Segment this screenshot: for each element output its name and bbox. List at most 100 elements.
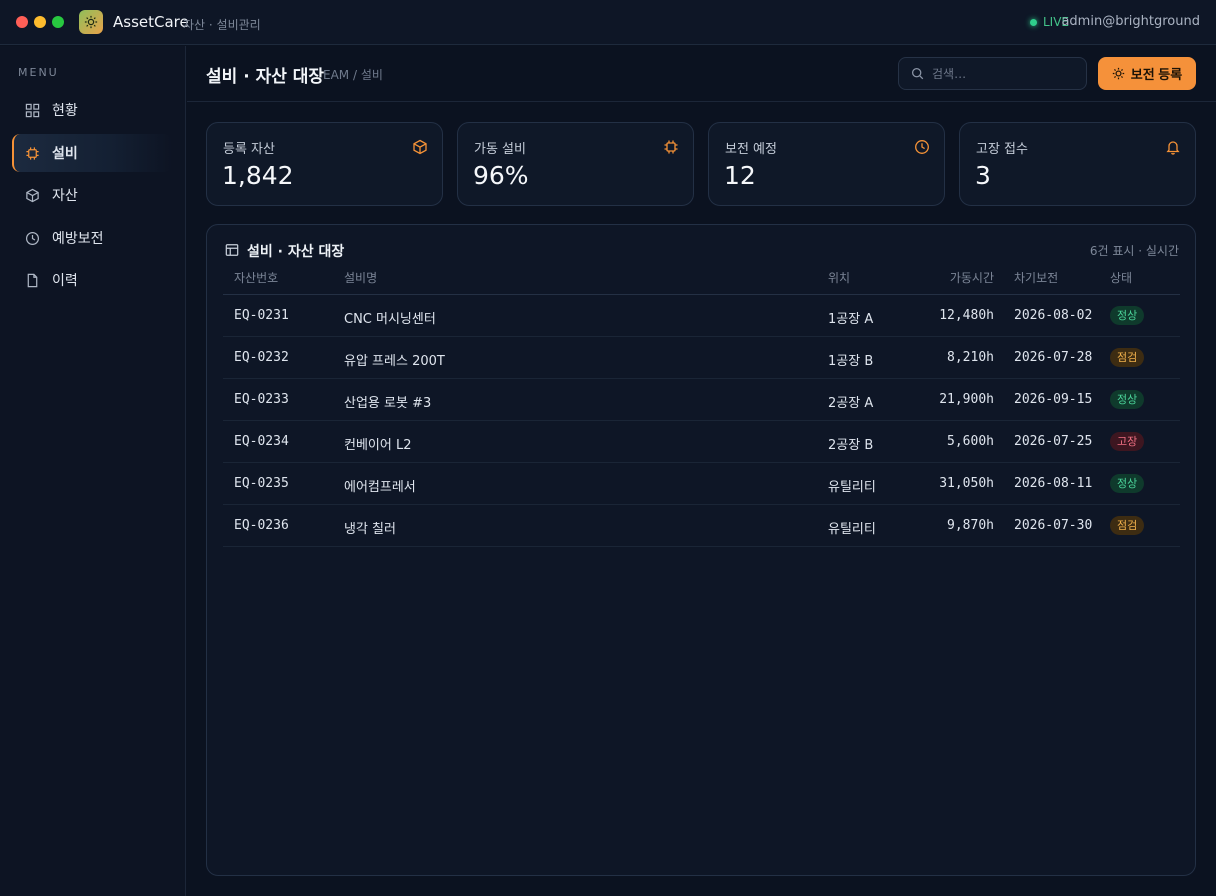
cell-location: 유틸리티 [828,522,876,537]
cell-next-maintenance: 2026-07-30 [1014,518,1093,533]
table-row[interactable]: EQ-0235 에어컴프레서 유틸리티 31,050h 2026-08-11 정상 [223,463,1180,505]
app-subtitle: 자산 · 설비관리 [183,18,261,32]
chip-icon [664,140,678,154]
cell-asset-id: EQ-0233 [234,392,289,407]
add-maintenance-button[interactable]: 보전 등록 [1098,57,1196,90]
equipment-ledger-card: 설비 · 자산 대장 6건 표시 · 실시간 자산번호 설비명 위치 가동시간 … [206,224,1196,876]
cell-location: 1공장 A [828,312,874,327]
cell-equipment-name: 산업용 로봇 #3 [344,396,432,411]
page-title: 설비 · 자산 대장 [206,67,325,87]
kpi-label: 보전 예정 [725,142,777,157]
sidebar-item-label: 설비 [52,146,78,162]
sidebar: MENU 현황 설비 자산 예방보전 이력 [0,46,186,896]
cell-operating-hours: 8,210h [947,350,994,365]
column-header-status[interactable]: 상태 [1110,269,1132,286]
sidebar-item-overview[interactable]: 현황 [12,91,172,129]
table-row[interactable]: EQ-0233 산업용 로봇 #3 2공장 A 21,900h 2026-09-15 정상 [223,379,1180,421]
sidebar-item-label: 예방보전 [52,231,104,247]
live-dot-icon [1030,18,1037,26]
chip-icon [24,145,40,161]
table-meta: 6건 표시 · 실시간 [1089,244,1179,258]
cell-location: 유틸리티 [828,480,876,495]
cell-equipment-name: 냉각 칠러 [344,522,396,537]
status-badge: 정상 [1110,474,1145,493]
sidebar-item-label: 이력 [52,273,78,289]
cell-operating-hours: 5,600h [947,434,994,449]
kpi-card-failure-reports: 고장 접수 3 [959,122,1196,206]
cube-icon [413,139,427,155]
minimize-window-button[interactable] [34,16,46,28]
kpi-value: 3 [975,161,991,190]
status-badge: 정상 [1110,306,1145,325]
cell-next-maintenance: 2026-07-28 [1014,350,1093,365]
cell-equipment-name: CNC 머시닝센터 [344,312,436,327]
column-header-next-maintenance[interactable]: 차기보전 [1014,269,1058,286]
table-row[interactable]: EQ-0234 컨베이어 L2 2공장 B 5,600h 2026-07-25 고장 [223,421,1180,463]
breadcrumb: EAM / 설비 [323,68,383,82]
sidebar-item-history[interactable]: 이력 [12,261,172,299]
kpi-value: 96% [473,161,529,190]
cell-next-maintenance: 2026-08-02 [1014,308,1093,323]
app-logo [79,10,103,34]
sidebar-item-preventive[interactable]: 예방보전 [12,219,172,257]
kpi-value: 1,842 [222,161,294,190]
table-row[interactable]: EQ-0232 유압 프레스 200T 1공장 B 8,210h 2026-07-28 점… [223,337,1180,379]
search-icon [911,67,924,80]
cell-operating-hours: 9,870h [947,518,994,533]
table-icon [225,244,239,256]
kpi-label: 등록 자산 [223,142,275,157]
kpi-value: 12 [724,161,756,190]
status-badge: 정상 [1110,390,1145,409]
sidebar-item-equipment[interactable]: 설비 [12,134,172,172]
column-header-location[interactable]: 위치 [828,269,850,286]
cube-icon [24,187,40,203]
cell-operating-hours: 12,480h [939,308,994,323]
sidebar-item-label: 현황 [52,103,78,119]
cell-next-maintenance: 2026-07-25 [1014,434,1093,449]
menu-label: MENU [18,66,59,79]
cell-asset-id: EQ-0236 [234,518,289,533]
search-box[interactable] [898,57,1087,90]
document-icon [24,272,40,288]
sidebar-item-label: 자산 [52,188,78,204]
cell-asset-id: EQ-0231 [234,308,289,323]
cell-asset-id: EQ-0234 [234,434,289,449]
close-window-button[interactable] [16,16,28,28]
table-header: 자산번호 설비명 위치 가동시간 차기보전 상태 [223,267,1180,295]
column-header-name[interactable]: 설비명 [344,269,377,286]
kpi-card-operating-equipment: 가동 설비 96% [457,122,694,206]
cell-location: 2공장 B [828,438,874,453]
sidebar-item-assets[interactable]: 자산 [12,176,172,214]
cell-asset-id: EQ-0235 [234,476,289,491]
column-header-hours[interactable]: 가동시간 [950,269,994,286]
table-title: 설비 · 자산 대장 [247,244,345,260]
user-account[interactable]: admin@brightground [1061,14,1200,29]
grid-icon [24,102,40,118]
kpi-label: 고장 접수 [976,142,1028,157]
clock-icon [915,140,929,154]
sun-icon [1112,67,1124,80]
table-row[interactable]: EQ-0231 CNC 머시닝센터 1공장 A 12,480h 2026-08-02 정상 [223,295,1180,337]
sun-icon [84,15,98,29]
add-maintenance-label: 보전 등록 [1130,67,1183,82]
cell-equipment-name: 유압 프레스 200T [344,354,445,369]
column-header-id[interactable]: 자산번호 [234,269,278,286]
cell-equipment-name: 에어컴프레서 [344,480,416,495]
maximize-window-button[interactable] [52,16,64,28]
status-badge: 고장 [1110,432,1145,451]
clock-icon [24,230,40,246]
table-row[interactable]: EQ-0236 냉각 칠러 유틸리티 9,870h 2026-07-30 점검 [223,505,1180,547]
status-badge: 점검 [1110,516,1145,535]
kpi-label: 가동 설비 [474,142,526,157]
app-name: AssetCare [113,13,189,31]
main-header: 설비 · 자산 대장 EAM / 설비 보전 등록 [187,46,1216,102]
cell-next-maintenance: 2026-09-15 [1014,392,1093,407]
cell-equipment-name: 컨베이어 L2 [344,438,412,453]
cell-location: 2공장 A [828,396,874,411]
cell-operating-hours: 21,900h [939,392,994,407]
search-input[interactable] [932,66,1072,81]
bell-icon [1166,141,1180,155]
kpi-card-scheduled-maintenance: 보전 예정 12 [708,122,945,206]
kpi-card-registered-assets: 등록 자산 1,842 [206,122,443,206]
cell-location: 1공장 B [828,354,874,369]
